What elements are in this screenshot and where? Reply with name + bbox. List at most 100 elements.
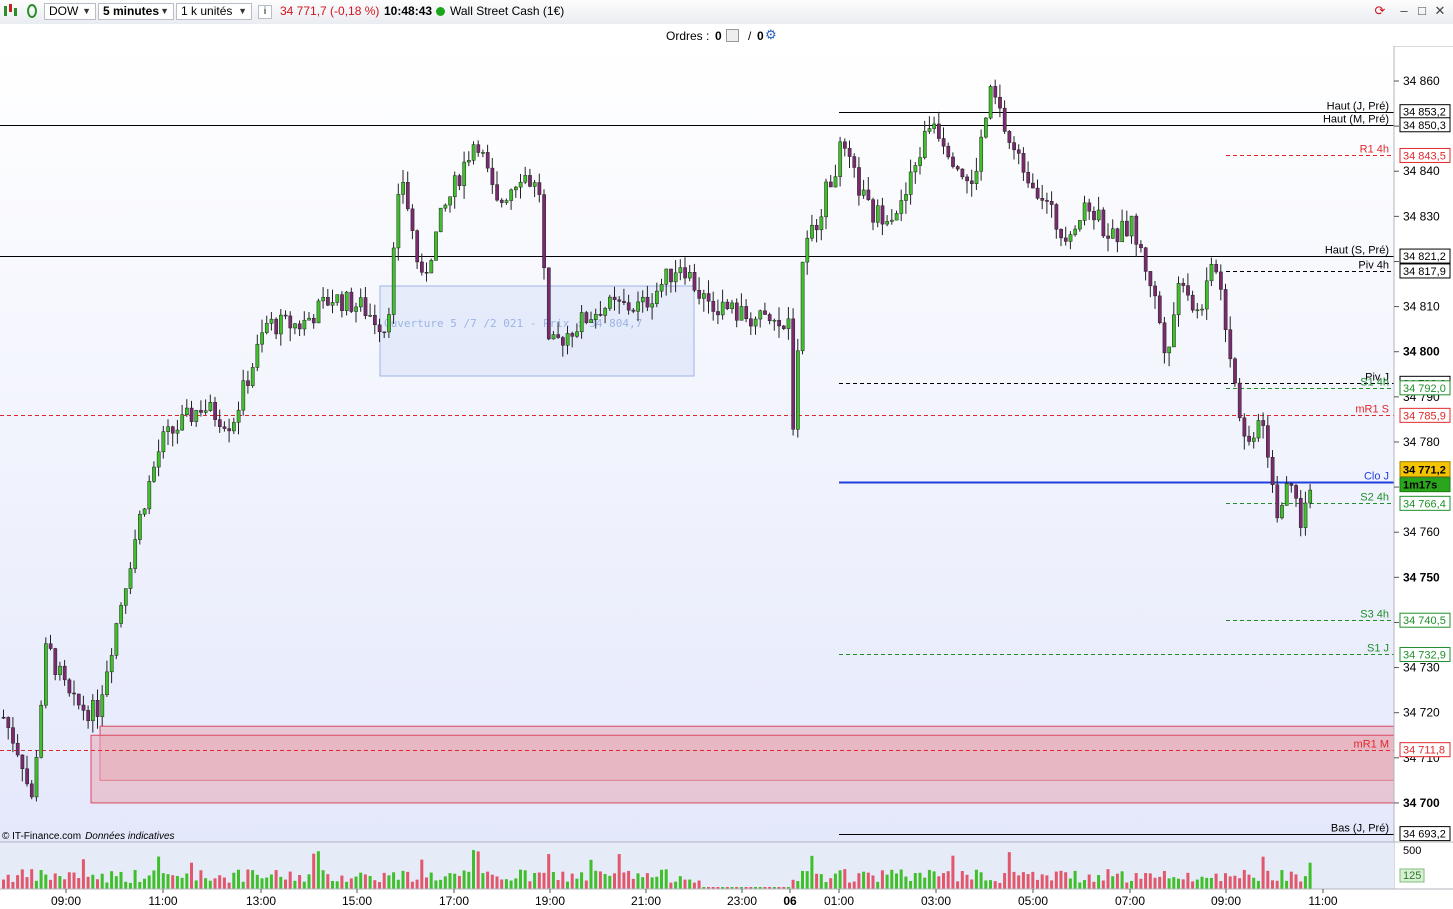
candle-body — [1237, 382, 1242, 419]
candle-body — [744, 306, 749, 319]
candle-body — [250, 367, 255, 386]
volume-bar — [1111, 876, 1115, 889]
candle-body — [965, 176, 969, 182]
volume-bar — [152, 870, 156, 889]
candle-body — [109, 655, 114, 673]
link-icon[interactable] — [24, 3, 42, 20]
candle-body — [904, 194, 908, 201]
candle-body — [311, 317, 316, 324]
candle-body — [476, 144, 481, 153]
volume-bar — [161, 873, 165, 889]
candle-body — [1063, 237, 1068, 242]
y-tick-label: 34 840 — [1403, 164, 1440, 178]
volume-bar — [965, 874, 969, 889]
volume-bar — [425, 877, 428, 889]
candle-body — [180, 414, 185, 431]
volume-bar — [133, 869, 137, 889]
volume-bar — [274, 870, 278, 889]
candle-body — [1209, 264, 1214, 282]
candle-body — [908, 171, 913, 195]
volume-bar — [1252, 877, 1256, 889]
level-label: R1 4h — [1360, 144, 1389, 156]
candle-body — [128, 568, 133, 589]
volume-bar — [603, 874, 607, 889]
symbol-select[interactable]: DOW ▼ — [44, 3, 96, 20]
volume-bar — [895, 873, 898, 889]
candle-body — [866, 189, 871, 200]
volume-bar — [1167, 878, 1171, 889]
candle-body — [62, 665, 67, 681]
candle-body — [984, 117, 988, 138]
candle-body — [711, 300, 716, 312]
chart-icon[interactable] — [2, 3, 20, 20]
candle-body — [401, 182, 405, 195]
volume-bar — [284, 879, 287, 889]
volume-bar — [110, 871, 114, 889]
volume-bar — [692, 882, 696, 889]
volume-bar — [1299, 881, 1303, 889]
chevron-down-icon: ▼ — [160, 6, 169, 16]
candle-body — [283, 314, 288, 317]
volume-bar — [570, 873, 574, 889]
candle-body — [640, 296, 645, 303]
candle-body — [781, 325, 786, 329]
volume-bar — [1106, 869, 1110, 889]
volume-bar — [984, 880, 988, 889]
chevron-down-icon: ▼ — [82, 6, 91, 16]
volume-bar — [180, 877, 184, 889]
volume-bar — [927, 869, 931, 889]
candle-body — [631, 309, 636, 312]
volume-bar — [885, 874, 889, 889]
x-tick-label: 13:00 — [246, 894, 276, 908]
volume-bar — [1205, 877, 1209, 889]
volume-bar — [232, 872, 236, 889]
units-select[interactable]: 1 k unités ▼ — [176, 3, 252, 20]
level-label: Haut (S, Pré) — [1325, 245, 1389, 257]
volume-bar — [39, 870, 43, 889]
candle-body — [29, 783, 34, 798]
level-label: S3 4h — [1360, 609, 1389, 621]
x-tick-label: 05:00 — [1018, 894, 1048, 908]
volume-bar — [476, 851, 480, 889]
info-icon[interactable]: i — [258, 5, 272, 19]
volume-bar — [641, 877, 645, 889]
price-chart[interactable]: Ouverture 5 /7 /2 021 - Prix : 34 804,7 … — [0, 46, 1453, 909]
volume-bar — [1097, 875, 1101, 889]
candle-body — [302, 319, 307, 330]
volume-bar — [443, 876, 447, 889]
candle-body — [706, 293, 711, 302]
volume-bar — [1054, 871, 1058, 889]
candle-body — [1242, 417, 1247, 437]
minimize-icon[interactable]: – — [1396, 3, 1412, 19]
refresh-icon[interactable]: ⟳ — [1372, 3, 1388, 19]
volume-bar — [396, 879, 400, 889]
level-label: S1 J — [1367, 643, 1389, 655]
volume-bar — [1209, 877, 1213, 889]
volume-bar — [1125, 882, 1129, 889]
volume-bar — [631, 878, 635, 889]
candle-body — [1308, 489, 1313, 504]
candle-body — [937, 123, 941, 139]
timeframe-select[interactable]: 5 minutes ▼ — [98, 3, 174, 20]
level-label: mR1 M — [1354, 739, 1389, 751]
volume-bar — [815, 873, 819, 889]
volume-bar — [1026, 874, 1030, 889]
volume-bar — [989, 880, 992, 889]
volume-bar — [556, 880, 560, 889]
candle-body — [955, 166, 960, 170]
orders-toggle-icon[interactable] — [726, 29, 739, 42]
volume-bar — [918, 872, 922, 889]
volume-bar — [1289, 871, 1293, 889]
maximize-icon[interactable]: □ — [1414, 3, 1430, 19]
close-icon[interactable]: ✕ — [1432, 3, 1448, 19]
candle-body — [415, 230, 420, 263]
volume-bar — [331, 880, 334, 889]
candle-body — [979, 136, 984, 172]
gear-icon[interactable]: ⚙ — [765, 27, 777, 43]
candle-body — [1148, 271, 1153, 287]
volume-bar — [335, 881, 339, 889]
volume-bar — [1012, 871, 1016, 889]
volume-bar — [1050, 880, 1054, 889]
candle-body — [814, 224, 819, 231]
candle-body — [434, 231, 438, 261]
